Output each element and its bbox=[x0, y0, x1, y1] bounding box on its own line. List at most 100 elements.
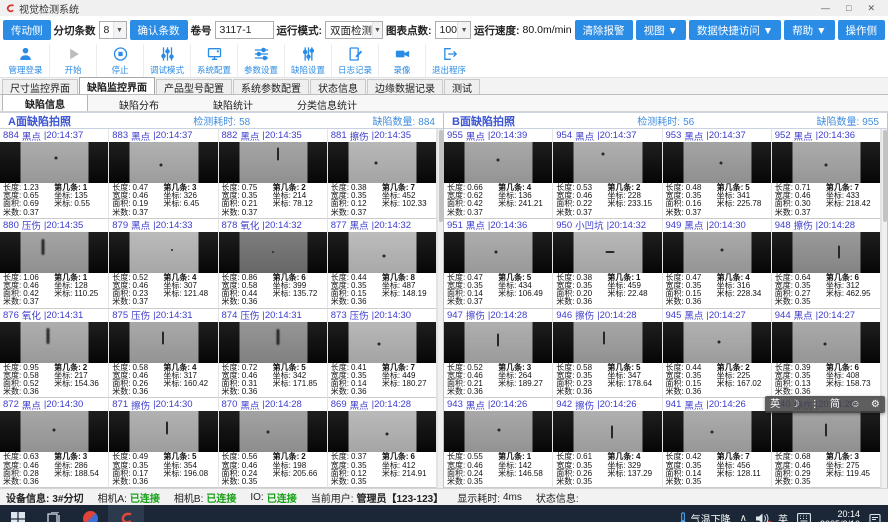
slit-count-select[interactable]: 8 ▼ bbox=[99, 21, 127, 39]
sub-tab-3[interactable]: 缺陷统计 bbox=[190, 96, 276, 111]
weather-widget[interactable]: 气温下降 bbox=[679, 511, 731, 522]
defect-cell[interactable]: 877 黑点 |20:14:32 长度:0.44 宽度:0.35 面积:0.15… bbox=[328, 219, 437, 309]
meta-label: 米标: bbox=[607, 380, 625, 388]
operate-side-button[interactable]: 操作侧 bbox=[838, 20, 886, 40]
tool-exit[interactable]: 退出程序 bbox=[425, 44, 472, 77]
main-tab-2[interactable]: 缺陷监控界面 bbox=[79, 77, 155, 94]
tool-camera[interactable]: 录像 bbox=[378, 44, 425, 77]
tool-monitor[interactable]: 系统配置 bbox=[190, 44, 237, 77]
close-icon[interactable]: ✕ bbox=[867, 0, 875, 16]
defect-cell[interactable]: 942 擦伤 |20:14:26 长度:0.61 宽度:0.35 面积:0.26… bbox=[553, 398, 662, 488]
maximize-icon[interactable]: □ bbox=[846, 0, 851, 16]
roll-number-input[interactable]: 3117-1 bbox=[215, 21, 274, 39]
defect-cell[interactable]: 879 黑点 |20:14:33 长度:0.52 宽度:0.46 面积:0.23… bbox=[109, 219, 218, 309]
defect-cell[interactable]: 945 黑点 |20:14:27 长度:0.44 宽度:0.35 面积:0.15… bbox=[663, 309, 772, 399]
chart-points-select[interactable]: 100 ▼ bbox=[435, 21, 472, 39]
defect-cell[interactable]: 955 黑点 |20:14:39 长度:0.66 宽度:0.62 面积:0.42… bbox=[444, 129, 553, 219]
defect-id: 877 bbox=[331, 220, 347, 231]
tool-defect[interactable]: 缺陷设置 bbox=[284, 44, 331, 77]
sub-tab-1[interactable]: 缺陷信息 bbox=[2, 94, 88, 111]
tool-debug[interactable]: 调试模式 bbox=[143, 44, 190, 77]
defect-cell-header: 880 压伤 |20:14:35 bbox=[0, 219, 108, 232]
run-speed-value: 80.0m/min bbox=[523, 24, 572, 36]
defect-cell[interactable]: 941 黑点 |20:14:26 长度:0.42 宽度:0.35 面积:0.14… bbox=[663, 398, 772, 488]
tool-params[interactable]: 参数设置 bbox=[237, 44, 284, 77]
main-tab-6[interactable]: 边缘数据记录 bbox=[367, 79, 443, 94]
defect-cell[interactable]: 882 黑点 |20:14:35 长度:0.75 宽度:0.35 面积:0.21… bbox=[219, 129, 328, 219]
scrollbar-thumb[interactable] bbox=[439, 130, 443, 222]
main-tab-4[interactable]: 系统参数配置 bbox=[233, 79, 309, 94]
defect-cell-header: 878 氧化 |20:14:32 bbox=[219, 219, 327, 232]
defect-cell[interactable]: 878 氧化 |20:14:32 长度:0.86 宽度:0.58 面积:0.44… bbox=[219, 219, 328, 309]
defect-time: |20:14:27 bbox=[816, 310, 855, 321]
tool-log[interactable]: 日志记录 bbox=[331, 44, 378, 77]
windows-taskbar: 气温下降 ∧ 英 20:14 2025/2/10 bbox=[0, 505, 888, 522]
ime-item-1[interactable]: 英 bbox=[770, 396, 780, 413]
defect-cell[interactable]: 875 压伤 |20:14:31 长度:0.58 宽度:0.46 面积:0.26… bbox=[109, 309, 218, 399]
defect-type: 黑点 bbox=[466, 398, 485, 411]
ime-item-5[interactable]: ☺ bbox=[850, 396, 860, 413]
defect-cell[interactable]: 950 小凹坑 |20:14:32 长度:0.38 宽度:0.35 面积:0.2… bbox=[553, 219, 662, 309]
defect-cell[interactable]: 944 黑点 |20:14:27 长度:0.39 宽度:0.35 面积:0.13… bbox=[772, 309, 881, 399]
defect-cell[interactable]: 953 黑点 |20:14:37 长度:0.48 宽度:0.35 面积:0.16… bbox=[663, 129, 772, 219]
run-mode-select[interactable]: 双面检测 ▼ bbox=[325, 21, 383, 39]
tool-user[interactable]: 管理登录 bbox=[2, 44, 49, 77]
defect-cell[interactable]: 871 擦伤 |20:14:30 长度:0.49 宽度:0.35 面积:0.17… bbox=[109, 398, 218, 488]
defect-cell[interactable]: 872 黑点 |20:14:30 长度:0.63 宽度:0.46 面积:0.28… bbox=[0, 398, 109, 488]
main-tab-1[interactable]: 尺寸监控界面 bbox=[2, 79, 78, 94]
meta-label: 米标: bbox=[607, 200, 625, 208]
ime-item-2[interactable]: ☽ bbox=[790, 396, 799, 413]
main-tab-3[interactable]: 产品型号配置 bbox=[156, 79, 232, 94]
panel-scrollbar[interactable] bbox=[437, 129, 443, 488]
sub-tab-4[interactable]: 分类信息统计 bbox=[284, 96, 370, 111]
view-menu-button[interactable]: 视图 ▼ bbox=[636, 20, 686, 40]
defect-cell[interactable]: 947 擦伤 |20:14:28 长度:0.52 宽度:0.46 面积:0.21… bbox=[444, 309, 553, 399]
defect-cell[interactable]: 876 氧化 |20:14:31 长度:0.95 宽度:0.58 面积:0.52… bbox=[0, 309, 109, 399]
defect-cell[interactable]: 874 压伤 |20:14:31 长度:0.72 宽度:0.46 面积:0.31… bbox=[219, 309, 328, 399]
confirm-count-button[interactable]: 确认条数 bbox=[130, 20, 188, 40]
defect-cell[interactable]: 946 擦伤 |20:14:28 长度:0.58 宽度:0.35 面积:0.23… bbox=[553, 309, 662, 399]
main-tab-5[interactable]: 状态信息 bbox=[310, 79, 366, 94]
defect-cell[interactable]: 883 黑点 |20:14:37 长度:0.47 宽度:0.46 面积:0.19… bbox=[109, 129, 218, 219]
defect-cell[interactable]: 943 黑点 |20:14:26 长度:0.55 宽度:0.46 面积:0.24… bbox=[444, 398, 553, 488]
notification-center-icon[interactable] bbox=[869, 513, 881, 522]
defect-cell[interactable]: 884 黑点 |20:14:37 长度:1.23 宽度:0.65 面积:0.69… bbox=[0, 129, 109, 219]
panel-scrollbar[interactable] bbox=[881, 129, 887, 488]
tray-expand-icon[interactable]: ∧ bbox=[740, 513, 747, 522]
ime-item-4[interactable]: 简 bbox=[830, 396, 840, 413]
ime-item-3[interactable]: ⋮ bbox=[810, 396, 820, 413]
volume-icon[interactable] bbox=[756, 513, 769, 522]
defect-grid: 955 黑点 |20:14:39 长度:0.66 宽度:0.62 面积:0.42… bbox=[444, 129, 881, 488]
defect-cell[interactable]: 881 擦伤 |20:14:35 长度:0.38 宽度:0.35 面积:0.12… bbox=[328, 129, 437, 219]
defect-cell[interactable]: 951 黑点 |20:14:36 长度:0.47 宽度:0.35 面积:0.14… bbox=[444, 219, 553, 309]
meta-label: 米标: bbox=[54, 380, 72, 388]
sub-tab-2[interactable]: 缺陷分布 bbox=[96, 96, 182, 111]
defect-cell[interactable]: 949 黑点 |20:14:30 长度:0.47 宽度:0.35 面积:0.15… bbox=[663, 219, 772, 309]
tab-label: 边缘数据记录 bbox=[375, 80, 435, 95]
taskbar-app-inspection[interactable] bbox=[108, 505, 144, 522]
minimize-icon[interactable]: — bbox=[821, 0, 830, 16]
status-bar: 设备信息:3#分切 相机A:已连接 相机B:已连接 IO:已连接 当前用户:管理… bbox=[0, 488, 888, 505]
start-button[interactable] bbox=[0, 505, 36, 522]
task-view-button[interactable] bbox=[36, 505, 72, 522]
defect-cell[interactable]: 948 擦伤 |20:14:28 长度:0.64 宽度:0.35 面积:0.27… bbox=[772, 219, 881, 309]
tool-play[interactable]: 开始 bbox=[49, 44, 96, 77]
clear-alarm-button[interactable]: 清除报警 bbox=[575, 20, 633, 40]
defect-cell[interactable]: 952 黑点 |20:14:36 长度:0.71 宽度:0.46 面积:0.30… bbox=[772, 129, 881, 219]
defect-cell[interactable]: 870 黑点 |20:14:28 长度:0.56 宽度:0.46 面积:0.24… bbox=[219, 398, 328, 488]
defect-cell[interactable]: 873 压伤 |20:14:30 长度:0.41 宽度:0.35 面积:0.14… bbox=[328, 309, 437, 399]
defect-cell[interactable]: 880 压伤 |20:14:35 长度:1.06 宽度:0.46 面积:0.42… bbox=[0, 219, 109, 309]
help-menu-button[interactable]: 帮助 ▼ bbox=[784, 20, 834, 40]
input-language-indicator[interactable]: 英 bbox=[778, 511, 788, 522]
defect-cell[interactable]: 954 黑点 |20:14:37 长度:0.53 宽度:0.46 面积:0.22… bbox=[553, 129, 662, 219]
taskbar-clock[interactable]: 20:14 2025/2/10 bbox=[820, 509, 860, 522]
defect-cell[interactable]: 869 黑点 |20:14:28 长度:0.37 宽度:0.35 面积:0.12… bbox=[328, 398, 437, 488]
ime-item-6[interactable]: ⚙ bbox=[871, 396, 880, 413]
data-access-menu-button[interactable]: 数据快捷访问 ▼ bbox=[689, 20, 781, 40]
main-tab-7[interactable]: 测试 bbox=[444, 79, 480, 94]
scrollbar-thumb[interactable] bbox=[883, 130, 887, 222]
touch-keyboard-icon[interactable] bbox=[797, 513, 811, 522]
drive-side-button[interactable]: 传动侧 bbox=[3, 20, 51, 40]
taskbar-app-browser[interactable] bbox=[72, 505, 108, 522]
tool-stop[interactable]: 停止 bbox=[96, 44, 143, 77]
